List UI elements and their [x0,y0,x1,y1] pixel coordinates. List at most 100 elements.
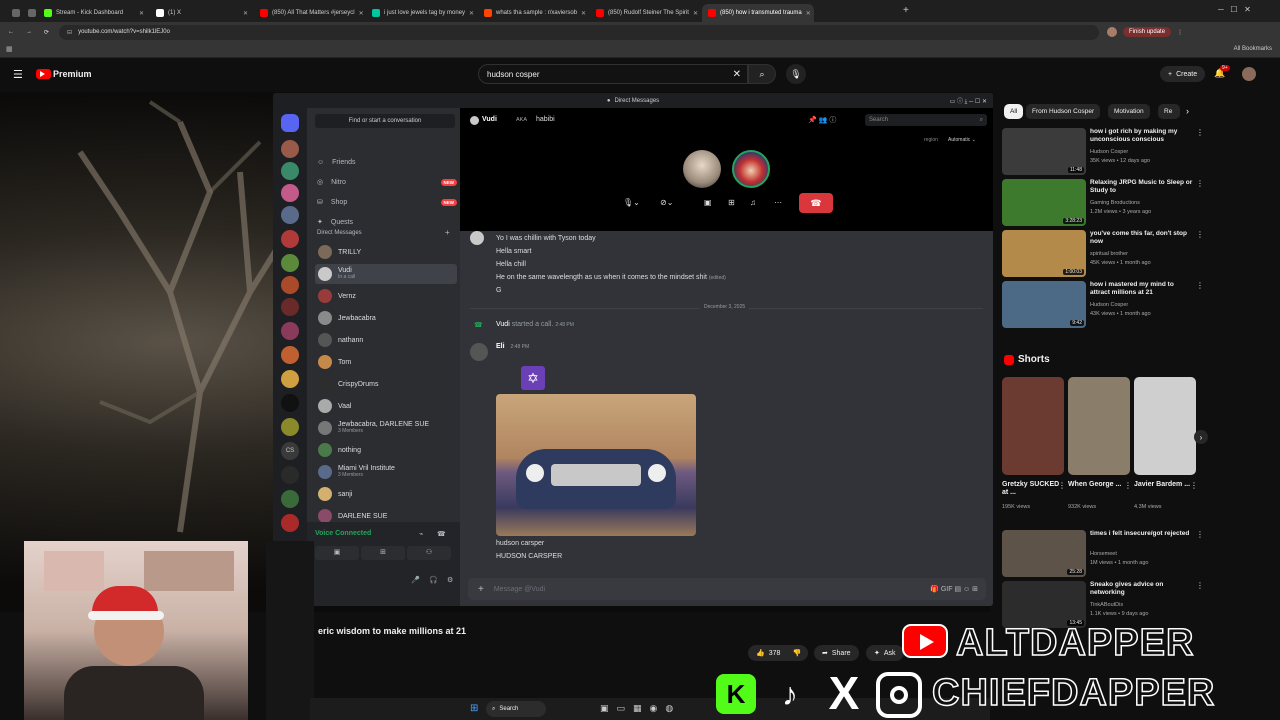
video-title[interactable]: times i felt insecure/got rejected [1090,530,1194,538]
nav-quests[interactable]: ✦ Quests [317,214,457,230]
discord-home-icon[interactable] [281,114,299,132]
more-options-icon[interactable]: ⋯ [774,198,782,207]
tab-close-icon[interactable]: ✕ [581,10,586,17]
dm-item[interactable]: Vaal [315,396,457,416]
hamburger-menu-icon[interactable]: ☰ [13,68,23,81]
more-options-icon[interactable]: ⋮ [1196,581,1204,590]
server-icon[interactable] [281,206,299,224]
message-input[interactable]: + Message @Vudi 🎁 GIF ▤ ☺ ⊞ [468,578,986,600]
video-channel[interactable]: Horsemeet [1090,551,1117,557]
dm-item[interactable]: CrispyDrums [315,374,457,394]
noise-suppression-icon[interactable]: ⌁ [419,530,423,538]
chip-all[interactable]: All [1004,104,1024,119]
dm-item[interactable]: nothing [315,440,457,460]
video-channel[interactable]: Hudson Cosper [1090,149,1128,155]
window-controls[interactable]: ─ ☐ ✕ [1218,5,1251,14]
chip-overflow[interactable]: Re [1158,104,1180,119]
server-icon[interactable] [281,254,299,272]
more-options-icon[interactable]: ⋮ [1196,128,1204,137]
tab-close-icon[interactable]: ✕ [806,10,811,17]
mic-toggle-icon[interactable]: 🎙⌄ [623,198,640,207]
nav-nitro[interactable]: ◎ Nitro NEW [317,174,457,190]
screenshare-button[interactable]: ⊞ [361,546,405,560]
url-field[interactable]: ⊟ youtube.com/watch?v=shilk1lEJ0o [59,24,1100,40]
server-icon[interactable] [281,466,299,484]
server-icon[interactable] [281,490,299,508]
video-title[interactable]: Sneako gives advice on networking [1090,581,1194,597]
dm-item[interactable]: TRILLY [315,242,457,262]
short-title[interactable]: Gretzky SUCKED at ... [1002,481,1060,497]
dm-item[interactable]: nathann [315,330,457,350]
region-select[interactable]: Automatic ⌄ [948,137,976,143]
forward-icon[interactable]: → [26,29,32,35]
camera-button[interactable]: ▣ [315,546,359,560]
search-input[interactable]: Search ⌕ [865,114,987,126]
activities-button[interactable]: ⚇ [407,546,451,560]
video-channel[interactable]: Hudson Cosper [1090,302,1128,308]
new-dm-icon[interactable]: + [445,228,450,237]
browser-tab[interactable]: i just love jewels tag by money ✕ [366,4,478,22]
taskbar-app-icons[interactable]: ▣▭▦◉◍ [600,703,681,714]
headphones-icon[interactable]: 🎧 [429,576,438,584]
server-icon[interactable] [281,394,299,412]
recommended-video[interactable]: 1:00:03 you've come this far, don't stop … [1002,230,1204,278]
short-title[interactable]: When George ... [1068,481,1126,489]
more-options-icon[interactable]: ⋮ [1124,481,1132,490]
chip-motivation[interactable]: Motivation [1108,104,1150,119]
header-icons[interactable]: 📌 👥 ⓘ [808,115,836,125]
browser-tab[interactable] [22,4,38,22]
apps-grid-icon[interactable]: ▦ [6,45,13,53]
reload-icon[interactable]: ⟳ [44,29,49,36]
dm-item[interactable]: Jewbacabra [315,308,457,328]
dm-item[interactable]: sanji [315,484,457,504]
more-options-icon[interactable]: ⋮ [1196,179,1204,188]
recommended-video[interactable]: 3:28:23 Relaxing JRPG Music to Sleep or S… [1002,179,1204,227]
nav-shop[interactable]: ⛁ Shop NEW [317,194,457,210]
participant-avatar[interactable] [683,150,721,188]
server-icon[interactable] [281,184,299,202]
eli-username[interactable]: Eli [496,343,505,350]
input-toolbar-icons[interactable]: 🎁 GIF ▤ ☺ ⊞ [930,585,978,593]
dm-item[interactable]: Miami Vril Institute 3 Members [315,462,457,482]
profile-avatar[interactable] [1107,27,1118,37]
create-button[interactable]: + Create [1160,66,1206,82]
more-options-icon[interactable]: ⋮ [1196,281,1204,290]
more-options-icon[interactable]: ⋮ [1196,230,1204,239]
server-icon[interactable] [281,514,299,532]
short-title[interactable]: Javier Bardem ... [1134,481,1192,489]
add-attachment-icon[interactable]: + [478,584,484,595]
recommended-video[interactable]: 9:42 how i mastered my mind to attract mi… [1002,281,1204,329]
chips-next-icon[interactable]: › [1186,106,1189,116]
dislike-button[interactable]: 👎 [786,645,808,661]
clear-search-icon[interactable]: ✕ [733,69,741,80]
recommended-video[interactable]: 25:28 times i felt insecure/got rejected H… [1002,530,1204,578]
tab-close-icon[interactable]: ✕ [469,10,474,17]
camera-toggle-icon[interactable]: ⊘⌄ [660,198,673,207]
video-title[interactable]: Relaxing JRPG Music to Sleep or Study to [1090,179,1194,195]
new-tab-button[interactable]: + [903,5,909,16]
recommended-video[interactable]: 11:48 how i got rich by making my unconsc… [1002,128,1204,176]
browser-tab[interactable]: Stream - Kick Dashboard ✕ [38,4,150,22]
share-button[interactable]: ➦ Share [814,645,859,661]
disconnect-icon[interactable]: ☎ [437,530,446,538]
dm-item[interactable]: Jewbacabra, DARLENE SUE 3 Members [315,418,457,438]
soundboard-icon[interactable]: ♫ [750,198,756,207]
chip-from-hudson-cosper[interactable]: From Hudson Cosper [1026,104,1101,119]
call-started-user[interactable]: Vudi [496,321,510,328]
server-icon[interactable] [281,370,299,388]
dm-item[interactable]: Vernz [315,286,457,306]
participant-avatar[interactable] [732,150,770,188]
nav-friends[interactable]: ☺ Friends [317,154,457,170]
end-call-button[interactable]: ☎ [799,193,833,213]
more-options-icon[interactable]: ⋮ [1058,481,1066,490]
tab-close-icon[interactable]: ✕ [139,10,144,17]
site-info-icon[interactable]: ⊟ [67,29,72,36]
browser-tab[interactable]: (1) X ✕ [150,4,254,22]
short-thumbnail[interactable] [1068,377,1130,475]
ask-button[interactable]: ✦ Ask [866,645,904,661]
short-thumbnail[interactable] [1134,377,1196,475]
youtube-search-input[interactable]: hudson cosper ✕ [478,64,748,84]
server-icon[interactable] [281,298,299,316]
find-conversation-input[interactable]: Find or start a conversation [315,114,455,128]
search-icon[interactable]: ⌕ [748,64,776,84]
